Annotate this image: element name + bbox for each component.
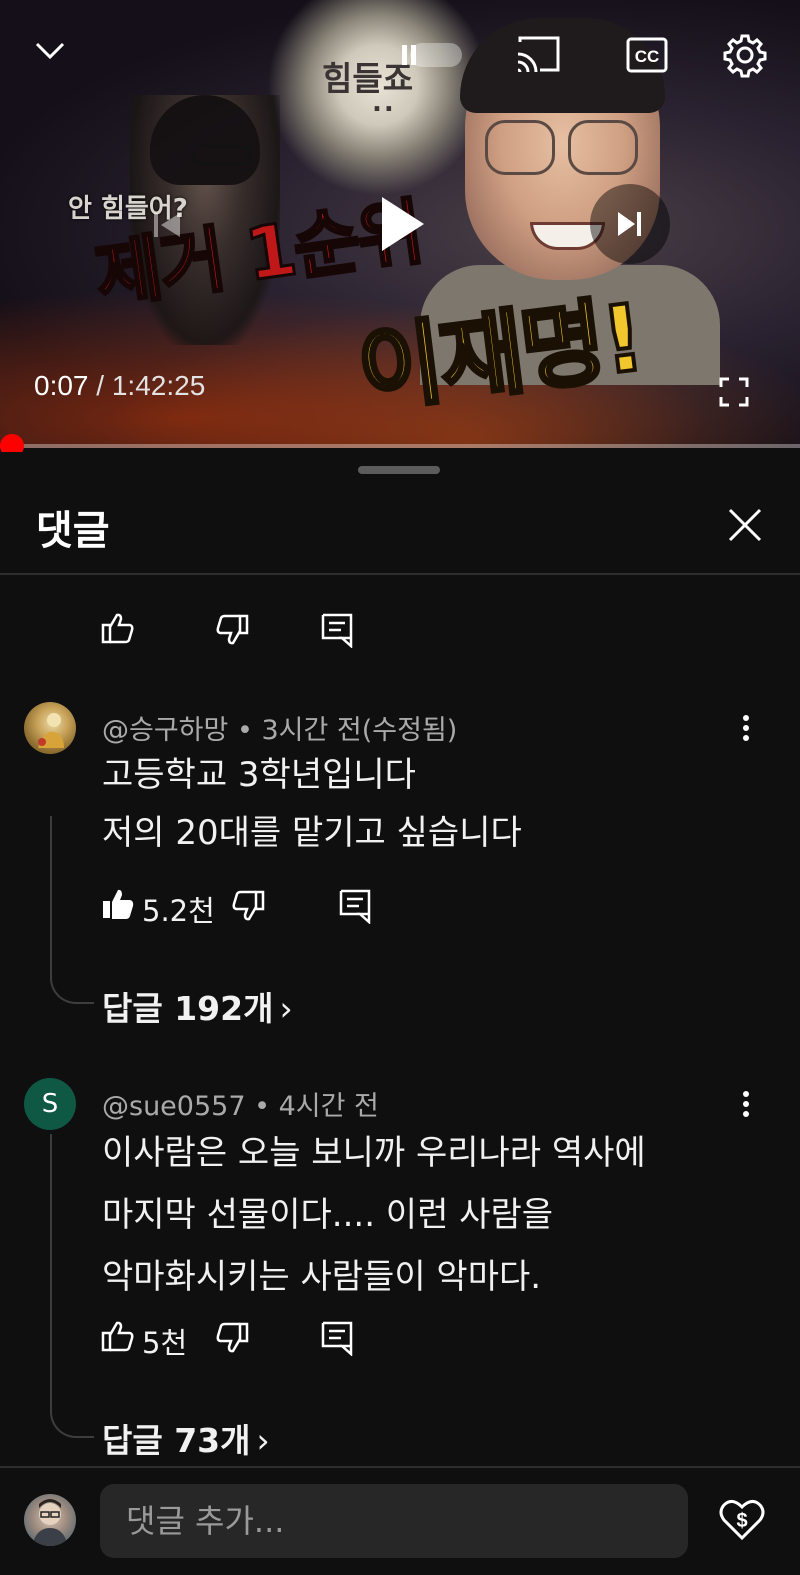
time-separator: / <box>88 370 112 401</box>
more-options-icon[interactable] <box>734 1086 758 1126</box>
drag-handle[interactable] <box>358 466 440 474</box>
header-divider <box>0 573 800 575</box>
reply-icon[interactable] <box>320 1320 360 1360</box>
close-icon[interactable] <box>722 502 768 548</box>
more-options-icon[interactable] <box>734 710 758 750</box>
thumbs-down-icon[interactable] <box>230 888 270 928</box>
reply-icon[interactable] <box>320 612 360 652</box>
meta-separator: • <box>245 1091 279 1122</box>
chevron-right-icon: › <box>256 1421 270 1460</box>
comment-line: 고등학교 3학년입니다 <box>102 755 416 795</box>
skip-previous-icon[interactable] <box>150 208 184 242</box>
time-readout: 0:07 / 1:42:25 <box>34 370 205 402</box>
add-comment-bar: $ <box>0 1466 800 1575</box>
video-player[interactable]: 힘들죠 .. 안 힘들어? 제거 1순위 이재명! CC 0:07 / 1:42… <box>0 0 800 448</box>
gear-icon[interactable] <box>722 32 768 78</box>
closed-captions-icon[interactable]: CC <box>626 36 668 74</box>
thumbs-down-icon[interactable] <box>214 1320 254 1360</box>
comment-time: 3시간 전(수정됨) <box>261 715 458 746</box>
skip-next-icon[interactable] <box>590 184 670 264</box>
user-avatar[interactable] <box>24 1494 76 1546</box>
view-replies-button[interactable]: 답글 73개 › <box>102 1414 270 1462</box>
thumbs-up-icon[interactable] <box>100 1318 140 1358</box>
like-count: 5천 <box>142 1326 188 1360</box>
avatar[interactable] <box>24 702 76 754</box>
avatar[interactable]: S <box>24 1078 76 1130</box>
replies-label: 답글 73개 <box>102 1421 251 1460</box>
fullscreen-icon[interactable] <box>718 376 750 408</box>
avatar-letter: S <box>41 1089 59 1119</box>
thread-line <box>50 816 94 1004</box>
comment-text: 고등학교 3학년입니다 저의 20대를 맡기고 싶습니다 <box>102 746 522 862</box>
thumbs-up-icon[interactable] <box>100 610 140 650</box>
replies-label: 답글 192개 <box>102 989 274 1028</box>
autoplay-toggle[interactable] <box>396 38 466 72</box>
current-time: 0:07 <box>34 370 89 401</box>
comments-title: 댓글 <box>36 508 110 554</box>
svg-text:$: $ <box>736 1510 747 1532</box>
thumbs-down-icon[interactable] <box>214 612 254 652</box>
comment-meta: @sue0557 • 4시간 전 <box>102 1084 379 1123</box>
thread-line <box>50 1134 94 1438</box>
comment-line: 악마화시키는 사람들이 악마다. <box>102 1257 542 1297</box>
chevron-down-icon[interactable] <box>30 34 70 68</box>
comment-line: 마지막 선물이다.... 이런 사람을 <box>102 1195 554 1235</box>
progress-bar[interactable] <box>0 444 800 448</box>
thumbs-up-filled-icon[interactable] <box>100 886 140 926</box>
like-count: 5.2천 <box>142 894 215 928</box>
play-icon[interactable] <box>376 195 428 253</box>
comment-author[interactable]: @sue0557 <box>102 1091 246 1122</box>
comment-time: 4시간 전 <box>278 1091 379 1122</box>
add-comment-input[interactable] <box>100 1484 688 1558</box>
chevron-right-icon: › <box>279 989 293 1028</box>
video-duration: 1:42:25 <box>111 370 206 401</box>
view-replies-button[interactable]: 답글 192개 › <box>102 982 293 1030</box>
comment-text: 이사람은 오늘 보니까 우리나라 역사에 마지막 선물이다.... 이런 사람을… <box>102 1122 646 1308</box>
comments-panel: 댓글 @승구하망 • 3시간 전(수정됨) 고등학교 3학년입니다 저의 20대… <box>0 452 800 1575</box>
comment-line: 이사람은 오늘 보니까 우리나라 역사에 <box>102 1133 646 1173</box>
captions-label: CC <box>635 47 660 66</box>
meta-separator: • <box>228 715 262 746</box>
super-thanks-icon[interactable]: $ <box>718 1496 766 1542</box>
thumbnail-bubble-dots: .. <box>372 88 396 118</box>
cast-icon[interactable] <box>514 34 562 76</box>
comment-author[interactable]: @승구하망 <box>102 715 228 746</box>
reply-icon[interactable] <box>338 888 378 928</box>
comment-line: 저의 20대를 맡기고 싶습니다 <box>102 813 522 853</box>
comment-meta: @승구하망 • 3시간 전(수정됨) <box>102 708 457 747</box>
